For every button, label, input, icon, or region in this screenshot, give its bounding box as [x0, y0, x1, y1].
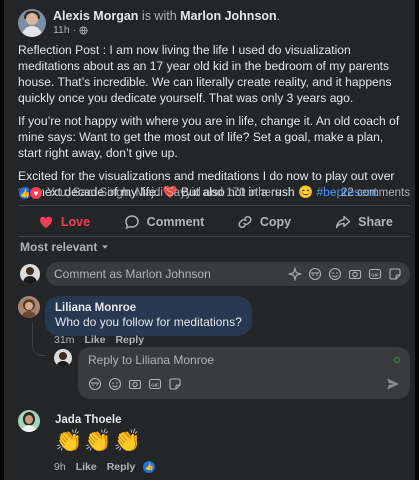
comment-like-button[interactable]: Like — [76, 461, 97, 473]
share-icon — [335, 215, 351, 229]
comment-emojis: 👏 👏 👏 — [55, 429, 141, 453]
post-text: Reflection Post : I am now living the li… — [18, 42, 410, 207]
comment-time[interactable]: 9h — [54, 461, 66, 473]
reply-input[interactable]: Reply to Liliana Monroe GIF — [78, 347, 410, 399]
comment-meta: 9h Like Reply 👍 — [54, 461, 156, 473]
comment-like-button[interactable]: Like — [84, 334, 105, 346]
clap-emoji: 👏 — [55, 428, 83, 453]
svg-text:GIF: GIF — [371, 272, 379, 277]
avatar-sticker-icon[interactable] — [88, 377, 102, 391]
reply-composer: Reply to Liliana Monroe GIF — [54, 347, 410, 399]
comment-time[interactable]: 31m — [54, 334, 74, 346]
thread-connector — [32, 322, 46, 356]
post-paragraph: Reflection Post : I am now living the li… — [18, 43, 392, 105]
comment-input[interactable]: Comment as Marlon Johnson GIF — [46, 262, 410, 286]
comment-reply-button[interactable]: Reply — [107, 461, 136, 473]
love-button[interactable]: Love — [14, 206, 114, 238]
comment-reply-button[interactable]: Reply — [115, 334, 144, 346]
commenter-name[interactable]: Jada Thoele — [55, 413, 141, 427]
reactions-summary: 👍 ♥ You, Sam Singh, Majdi Sayyid and 170… — [18, 185, 410, 201]
commenter-avatar[interactable] — [18, 410, 40, 432]
post-card: Alexis Morgan is with Marlon Johnson. 11… — [4, 0, 415, 480]
heart-icon — [39, 216, 52, 228]
comment-icon — [124, 215, 139, 230]
like-reaction-icon: 👍 — [143, 461, 156, 473]
send-icon[interactable] — [386, 377, 400, 391]
share-button[interactable]: Share — [314, 206, 414, 238]
comment-button[interactable]: Comment — [114, 206, 214, 238]
post-paragraph: If you’re not happy with where you are i… — [18, 114, 400, 160]
chevron-down-icon — [102, 245, 109, 249]
camera-icon[interactable] — [348, 267, 362, 281]
comment-item: Jada Thoele 👏 👏 👏 — [18, 410, 151, 459]
action-bar: Love Comment Copy Share — [14, 206, 414, 238]
tagged-name[interactable]: Marlon Johnson — [180, 9, 277, 23]
post-time[interactable]: 11h — [53, 24, 70, 37]
clap-emoji: 👏 — [84, 428, 112, 453]
comment-meta: 31m Like Reply — [54, 334, 144, 346]
svg-text:GIF: GIF — [151, 382, 159, 387]
status-dot — [394, 357, 400, 363]
copy-button[interactable]: Copy — [214, 206, 314, 238]
globe-icon — [79, 26, 88, 35]
divider — [18, 236, 410, 237]
clap-emoji: 👏 — [113, 428, 142, 453]
comments-count[interactable]: 22 comments — [341, 187, 410, 199]
avatar-sticker-icon[interactable] — [308, 267, 322, 281]
emoji-icon[interactable] — [328, 267, 342, 281]
camera-icon[interactable] — [128, 377, 142, 391]
commenter-avatar[interactable] — [18, 296, 40, 318]
user-avatar — [54, 349, 72, 367]
post-header: Alexis Morgan is with Marlon Johnson. 11… — [18, 6, 280, 40]
comment-item: Liliana Monroe Who do you follow for med… — [18, 296, 252, 336]
comment-bubble[interactable]: Liliana Monroe Who do you follow for med… — [45, 296, 252, 336]
user-avatar — [20, 264, 40, 284]
comment-bubble[interactable]: Jada Thoele 👏 👏 👏 — [45, 410, 151, 459]
comment-text: Who do you follow for meditations? — [55, 315, 242, 329]
sparkle-icon[interactable] — [288, 267, 302, 281]
link-icon — [238, 215, 252, 229]
author-avatar[interactable] — [18, 9, 46, 37]
author-name[interactable]: Alexis Morgan — [53, 9, 138, 23]
with-text: is with — [141, 9, 177, 23]
emoji-icon[interactable] — [108, 377, 122, 391]
gif-icon[interactable]: GIF — [368, 267, 382, 281]
reactions-text[interactable]: You, Sam Singh, Majdi Sayyid and 170 oth… — [47, 187, 281, 199]
commenter-name[interactable]: Liliana Monroe — [55, 301, 242, 315]
sticker-icon[interactable] — [388, 267, 402, 281]
love-reaction-icon: ♥ — [29, 186, 43, 200]
comment-composer: Comment as Marlon Johnson GIF — [20, 262, 410, 286]
gif-icon[interactable]: GIF — [148, 377, 162, 391]
comment-sort-dropdown[interactable]: Most relevant — [20, 240, 109, 254]
sticker-icon[interactable] — [168, 377, 182, 391]
